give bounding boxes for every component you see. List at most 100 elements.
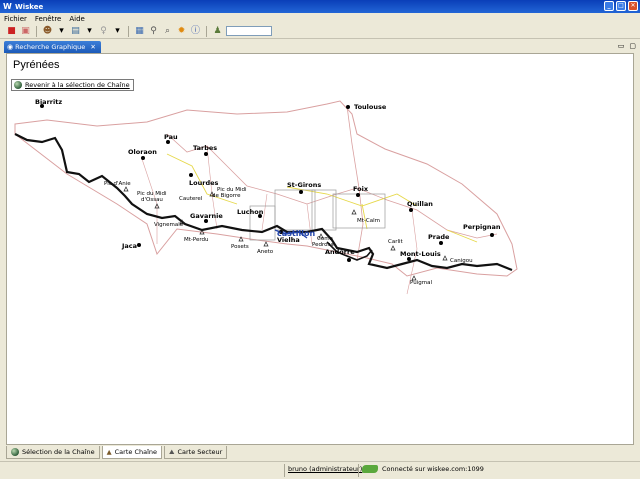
peak-aneto[interactable]: Aneto xyxy=(257,249,274,255)
map-icon: ▲ xyxy=(106,448,112,456)
city-prade[interactable]: Prade xyxy=(428,233,450,241)
peak-pic-d-anie[interactable]: Pic d'Anie xyxy=(104,181,131,187)
city-lourdes[interactable]: Lourdes xyxy=(189,179,219,187)
city-dot[interactable] xyxy=(137,243,141,247)
maximize-view-icon[interactable]: ▢ xyxy=(629,42,636,50)
bottom-tab-bar: Sélection de la Chaîne ▲ Carte Chaîne ⛰ … xyxy=(6,446,228,459)
connection-label: Connecté sur wiskee.com:1099 xyxy=(382,465,484,473)
delete-icon[interactable]: ▣ xyxy=(20,26,31,37)
person-icon[interactable]: ♟ xyxy=(212,26,223,37)
city-dot[interactable] xyxy=(490,233,494,237)
minimize-button[interactable]: _ xyxy=(604,1,614,11)
menu-fichier[interactable]: Fichier xyxy=(4,15,27,23)
city-perpignan[interactable]: Perpignan xyxy=(463,223,501,231)
globe-icon xyxy=(11,448,19,456)
city-dot[interactable] xyxy=(439,241,443,245)
city-cauterel[interactable]: Cauterel xyxy=(179,196,203,202)
tab-label: Sélection de la Chaîne xyxy=(22,448,95,456)
status-user[interactable]: bruno (administrateur) xyxy=(288,465,362,473)
toolbar-separator xyxy=(36,25,37,37)
grid-icon[interactable]: ▦ xyxy=(134,26,145,37)
image-icon[interactable]: ▤ xyxy=(70,26,81,37)
wiskee-logo-icon: W xyxy=(3,2,12,11)
menu-fenetre[interactable]: Fenêtre xyxy=(35,15,61,23)
stop-icon[interactable]: ■ xyxy=(6,26,17,37)
peak-vignemale[interactable]: Vignemale xyxy=(154,222,184,228)
mountain-icon: ⛰ xyxy=(169,447,175,456)
status-separator xyxy=(284,464,285,477)
city-dot[interactable] xyxy=(347,258,351,262)
toolbar-separator xyxy=(206,25,207,37)
city-jaca[interactable]: Jaca xyxy=(121,242,137,250)
window-title: Wiskee xyxy=(15,2,44,11)
peak-carlit[interactable]: Carlit xyxy=(388,239,404,245)
city-dot[interactable] xyxy=(356,193,360,197)
peak-puigmal[interactable]: Puigmal xyxy=(410,280,432,286)
city-st-girons[interactable]: St-Girons xyxy=(287,181,321,189)
city-quillan[interactable]: Quillan xyxy=(407,200,433,208)
map-panel: Pyrénées Revenir à la sélection de Chaîn… xyxy=(6,53,634,445)
peak-mt-perdu[interactable]: Mt-Perdu xyxy=(184,237,209,243)
zoom-icon[interactable]: ⌕ xyxy=(162,26,173,37)
globe-icon: ◉ xyxy=(7,43,14,51)
city-tarbes[interactable]: Tarbes xyxy=(193,144,217,152)
city-pau[interactable]: Pau xyxy=(164,133,178,141)
title-bar: W Wiskee _ □ ✕ xyxy=(0,0,640,13)
menu-aide[interactable]: Aide xyxy=(69,15,84,23)
dropdown-icon[interactable]: ▾ xyxy=(84,26,95,37)
city-gavarnie[interactable]: Gavarnie xyxy=(190,212,223,220)
city-toulouse[interactable]: Toulouse xyxy=(354,103,387,111)
city-andorre[interactable]: Andorre xyxy=(325,248,355,256)
city-foix[interactable]: Foix xyxy=(353,185,369,193)
close-tab-icon[interactable]: ✕ xyxy=(90,43,95,51)
city-dot[interactable] xyxy=(141,156,145,160)
maximize-button[interactable]: □ xyxy=(616,1,626,11)
pyrenees-map[interactable]: Biarritz Toulouse Pau Tarbes Oloraon Lou… xyxy=(7,54,633,444)
tab-recherche-graphique[interactable]: ◉ Recherche Graphique ✕ xyxy=(4,41,101,53)
bulb-icon[interactable]: ♀ xyxy=(98,26,109,37)
city-dot[interactable] xyxy=(204,152,208,156)
tab-carte-secteur[interactable]: ⛰ Carte Secteur xyxy=(164,446,228,459)
city-luchon[interactable]: Luchon xyxy=(237,208,264,216)
city-dot[interactable] xyxy=(189,173,193,177)
city-mont-louis[interactable]: Mont-Louis xyxy=(400,250,441,258)
info-icon[interactable]: ⓘ xyxy=(190,26,201,37)
user-icon[interactable]: ☻ xyxy=(42,26,53,37)
sun-icon[interactable]: ✹ xyxy=(176,26,187,37)
status-connection: Connecté sur wiskee.com:1099 xyxy=(362,465,484,473)
sector-box[interactable] xyxy=(274,189,316,231)
search-input[interactable] xyxy=(226,26,272,36)
dropdown-icon[interactable]: ▾ xyxy=(112,26,123,37)
peak-posets[interactable]: Posets xyxy=(231,244,249,250)
city-dot[interactable] xyxy=(346,105,350,109)
minimize-view-icon[interactable]: ▭ xyxy=(618,42,625,50)
app-window: W Wiskee _ □ ✕ Fichier Fenêtre Aide ■ ▣ … xyxy=(0,0,640,479)
city-dot[interactable] xyxy=(409,208,413,212)
close-button[interactable]: ✕ xyxy=(628,1,638,11)
highlight-castillon[interactable]: castillon xyxy=(277,229,315,238)
status-separator xyxy=(358,464,359,477)
peak-pic-du-midi-d-ossau[interactable]: Pic du Midi d'Ossau xyxy=(137,191,167,203)
peak-icon[interactable] xyxy=(351,209,357,215)
dropdown-icon[interactable]: ▾ xyxy=(56,26,67,37)
tab-label: Carte Secteur xyxy=(177,448,223,456)
city-biarritz[interactable]: Biarritz xyxy=(35,98,62,106)
menu-bar: Fichier Fenêtre Aide xyxy=(0,13,640,24)
tab-carte-chaine[interactable]: ▲ Carte Chaîne xyxy=(101,446,163,459)
tab-selection-chaine[interactable]: Sélection de la Chaîne xyxy=(6,446,100,459)
road-north-south xyxy=(346,105,364,261)
search-icon[interactable]: ⚲ xyxy=(148,26,159,37)
peak-pic-du-midi-de-bigorre[interactable]: Pic du Midi de Bigorre xyxy=(212,187,247,199)
tab-label: Carte Chaîne xyxy=(114,448,158,456)
tab-label: Recherche Graphique xyxy=(15,43,86,51)
peak-icon[interactable] xyxy=(442,255,448,261)
peak-canigou[interactable]: Canigou xyxy=(450,258,473,264)
peak-coma-pedrosa[interactable]: Coma Pedrosa xyxy=(312,236,334,248)
city-dot[interactable] xyxy=(299,190,303,194)
peak-icon[interactable] xyxy=(263,241,269,247)
peak-mt-calm[interactable]: Mt-Calm xyxy=(357,218,380,224)
city-oloraon[interactable]: Oloraon xyxy=(128,148,157,156)
peak-icon[interactable] xyxy=(390,245,396,251)
peak-icon[interactable] xyxy=(123,186,129,192)
connection-icon xyxy=(362,465,378,473)
